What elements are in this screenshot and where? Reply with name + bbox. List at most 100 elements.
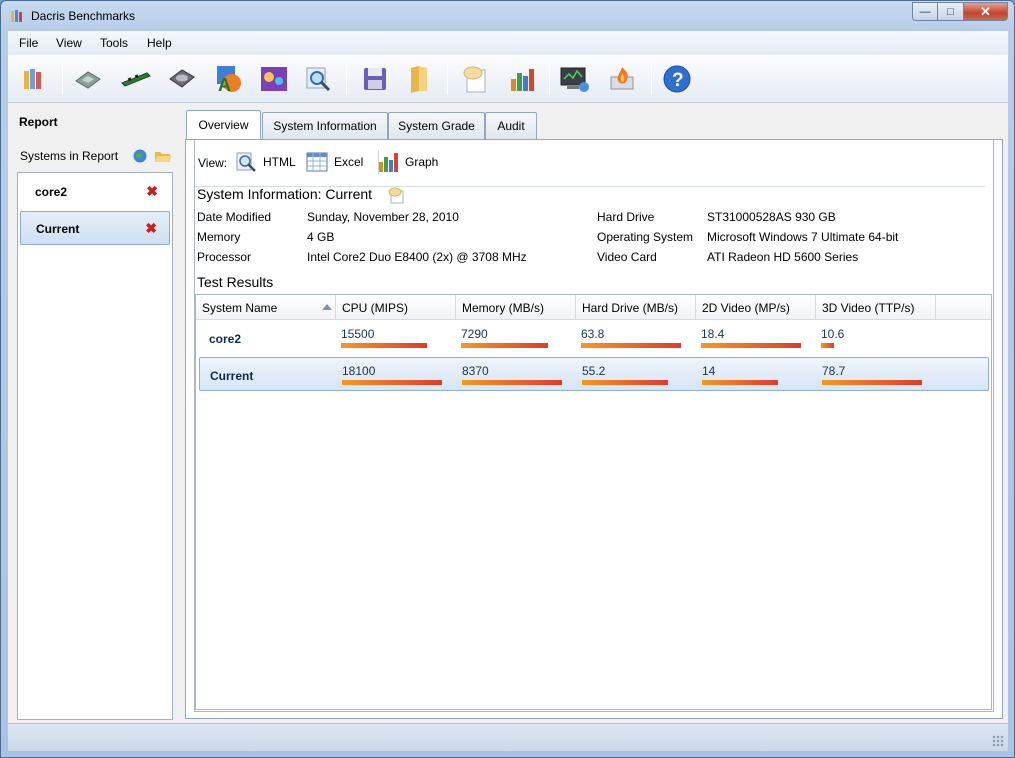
notes-button[interactable]	[458, 63, 492, 95]
column-header-3d-video[interactable]: 3D Video (TTP/s)	[816, 295, 936, 320]
open-folder-button[interactable]	[402, 63, 436, 95]
close-button[interactable]: ✕	[964, 2, 1008, 21]
memory-button[interactable]	[119, 63, 153, 95]
result-bar	[582, 380, 668, 385]
open-folder-icon	[411, 66, 427, 93]
row-system-name: Current	[210, 369, 254, 383]
menu-help[interactable]: Help	[147, 36, 172, 50]
info-label-operating-system: Operating System	[597, 230, 694, 244]
result-cell: 18100	[337, 358, 457, 392]
search-icon	[306, 67, 331, 92]
system-name: Current	[36, 222, 80, 236]
help-button[interactable]: ?	[660, 63, 694, 95]
view-html-label: HTML	[263, 155, 296, 169]
result-bar	[581, 343, 681, 348]
grid-header: System Name CPU (MIPS) Memory (MB/s) Har…	[196, 295, 991, 320]
column-header-hard-drive[interactable]: Hard Drive (MB/s)	[576, 295, 696, 320]
search-button[interactable]	[301, 63, 335, 95]
system-item-current[interactable]: Current ✖	[20, 211, 170, 245]
result-bar	[822, 380, 922, 385]
result-cell: 55.2	[577, 358, 697, 392]
systems-in-report-label: Systems in Report	[20, 149, 119, 163]
view-excel-button[interactable]: Excel	[306, 150, 363, 174]
result-cell: 8370	[457, 358, 577, 392]
graph-view-icon	[379, 153, 398, 172]
maximize-button[interactable]: □	[938, 2, 964, 21]
column-header-system-name[interactable]: System Name	[196, 295, 336, 320]
notes-icon[interactable]	[387, 186, 405, 204]
result-value: 78.7	[822, 364, 846, 378]
cpu-icon	[75, 71, 101, 89]
remove-system-icon[interactable]: ✖	[146, 183, 158, 200]
toolbar-separator	[447, 63, 448, 95]
menu-file[interactable]: File	[19, 36, 38, 50]
result-value: 55.2	[582, 364, 606, 378]
tab-system-grade[interactable]: System Grade	[388, 112, 485, 139]
row-system-name: core2	[209, 332, 242, 346]
system-item-core2[interactable]: core2 ✖	[20, 175, 170, 209]
view-excel-label: Excel	[334, 155, 364, 169]
minimize-icon: —	[919, 5, 931, 18]
table-row[interactable]: Current 18100 8370 55.2 14 78.7	[199, 357, 989, 391]
info-label-date-modified: Date Modified	[197, 210, 272, 224]
result-cell: 7290	[456, 321, 576, 355]
remove-system-icon[interactable]: ✖	[145, 220, 157, 237]
result-value: 8370	[462, 364, 489, 378]
burn-in-button[interactable]	[606, 63, 640, 95]
test-results-title: Test Results	[197, 274, 274, 290]
3d-video-icon	[261, 67, 287, 91]
burn-in-icon	[610, 67, 634, 90]
result-bar	[462, 380, 562, 385]
cpu-button[interactable]	[71, 63, 105, 95]
3d-video-button[interactable]	[257, 63, 291, 95]
view-bar: View: HTML Excel Graph	[195, 150, 995, 187]
resize-grip-icon[interactable]	[992, 735, 1004, 747]
report-button[interactable]	[17, 63, 51, 95]
column-header-memory[interactable]: Memory (MB/s)	[456, 295, 576, 320]
info-value-date-modified: Sunday, November 28, 2010	[307, 210, 459, 224]
result-bar	[461, 343, 548, 348]
info-label-processor: Processor	[197, 250, 252, 264]
info-value-operating-system: Microsoft Windows 7 Ultimate 64-bit	[707, 230, 899, 244]
info-label-memory: Memory	[197, 230, 241, 244]
help-icon: ?	[663, 65, 691, 93]
open-folder-icon[interactable]	[154, 148, 172, 164]
2d-video-button[interactable]: A	[211, 63, 245, 95]
result-value: 10.6	[821, 327, 845, 341]
monitor-icon	[560, 67, 589, 92]
view-graph-button[interactable]: Graph	[377, 150, 438, 174]
maximize-icon: □	[947, 5, 954, 18]
tab-overview[interactable]: Overview	[186, 110, 261, 139]
window-title: Dacris Benchmarks	[31, 9, 136, 23]
column-header-2d-video[interactable]: 2D Video (MP/s)	[696, 295, 816, 320]
column-header-cpu[interactable]: CPU (MIPS)	[336, 295, 456, 320]
tab-system-information[interactable]: System Information	[262, 112, 388, 139]
svg-text:A: A	[218, 75, 231, 94]
notes-icon	[463, 66, 486, 93]
table-row[interactable]: core2 15500 7290 63.8 18.4 10.6	[199, 321, 989, 355]
result-value: 18.4	[701, 327, 725, 341]
report-panel: Report Systems in Report core2 ✖ Current…	[8, 104, 185, 721]
web-add-icon[interactable]	[132, 148, 148, 164]
overview-panel: View: HTML Excel Graph System Informatio…	[185, 139, 1003, 719]
graph-button[interactable]	[505, 63, 539, 95]
hard-drive-button[interactable]	[165, 63, 199, 95]
report-title: Report	[19, 115, 58, 129]
menu-view[interactable]: View	[56, 36, 82, 50]
status-bar	[8, 723, 1008, 751]
result-cell: 78.7	[817, 358, 937, 392]
monitor-button[interactable]	[558, 63, 592, 95]
column-header-label: 2D Video (MP/s)	[702, 300, 790, 315]
title-bar[interactable]: Dacris Benchmarks — □ ✕	[1, 1, 1014, 31]
tab-audit[interactable]: Audit	[485, 112, 537, 139]
2d-video-icon: A	[217, 66, 241, 94]
result-cell: 18.4	[696, 321, 816, 355]
system-info-title: System Information: Current	[197, 186, 373, 202]
hard-drive-icon	[169, 69, 195, 88]
app-logo-icon	[11, 10, 22, 22]
save-button[interactable]	[358, 63, 392, 95]
info-value-hard-drive: ST31000528AS 930 GB	[707, 210, 836, 224]
minimize-button[interactable]: —	[912, 2, 938, 21]
view-html-button[interactable]: HTML	[235, 150, 296, 174]
menu-tools[interactable]: Tools	[100, 36, 128, 50]
